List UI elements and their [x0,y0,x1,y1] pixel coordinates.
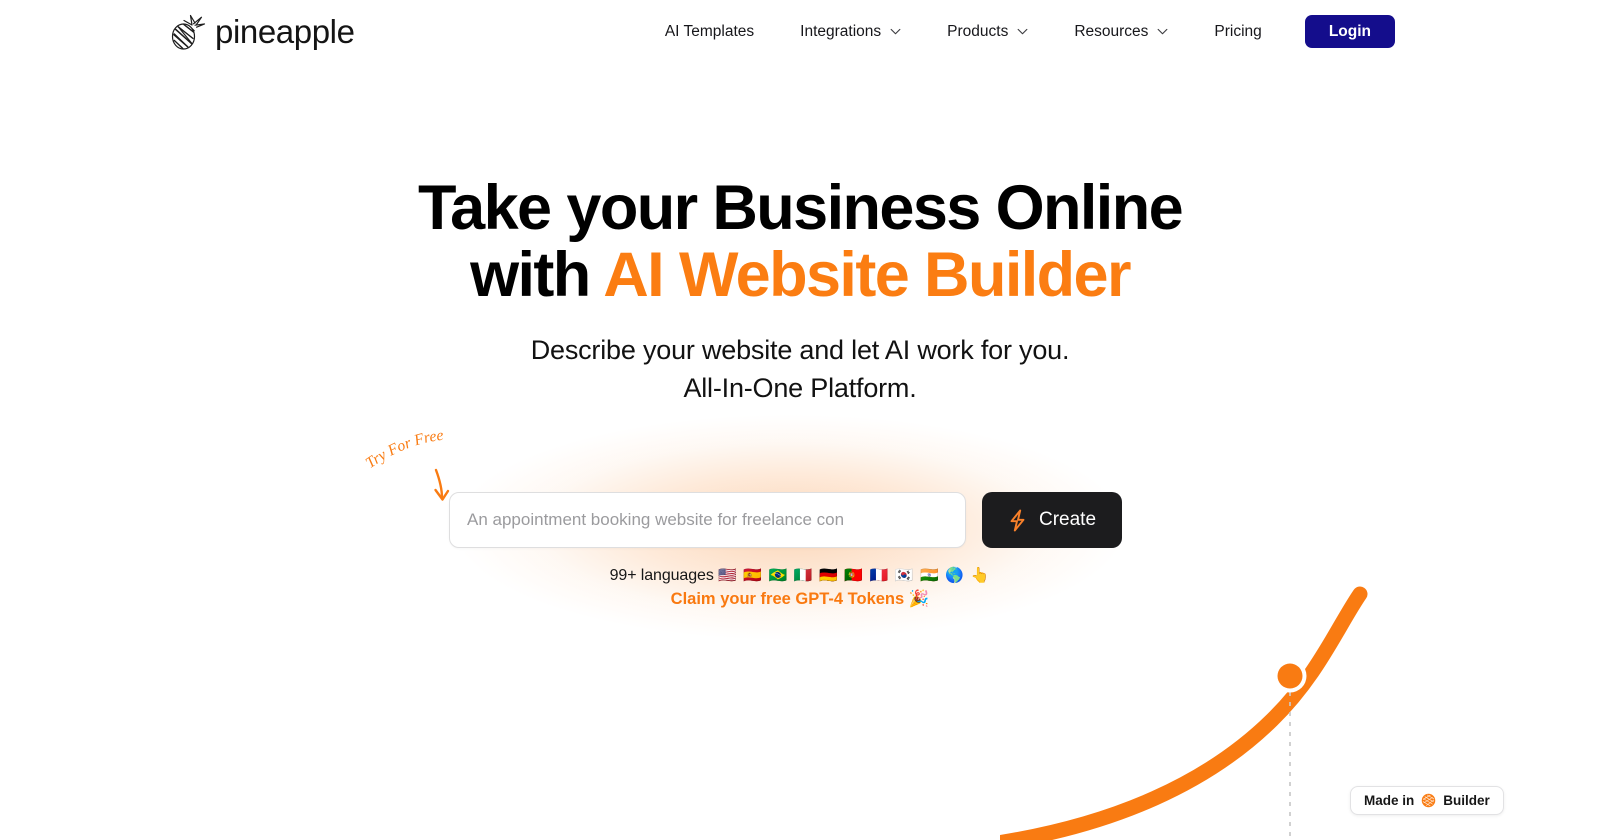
annotation-text: Try For Free [363,428,445,472]
svg-text:Try For Free: Try For Free [363,428,445,472]
languages-label: 99+ languages [609,567,719,584]
chevron-down-icon [1158,28,1168,35]
website-description-input[interactable] [449,492,966,548]
pineapple-badge-icon [1422,793,1436,808]
create-button-label: Create [1038,509,1097,530]
nav-label: Resources [1074,22,1149,40]
logo[interactable]: pineapple [168,9,355,53]
nav-label: AI Templates [664,22,755,40]
main-navigation: AI Templates Integrations Products Resou… [642,13,1395,50]
headline-accent: AI Website Builder [603,239,1131,310]
nav-item-pricing[interactable]: Pricing [1191,13,1284,50]
language-flags: 🇺🇸 🇪🇸 🇧🇷 🇮🇹 🇩🇪 🇵🇹 🇫🇷 🇰🇷 🇮🇳 🌎 👆 [718,567,991,584]
logo-text: pineapple [215,12,355,50]
growth-curve-line [1000,586,1368,840]
growth-curve-graphic [1000,586,1368,840]
hero-subtitle: Describe your website and let AI work fo… [0,331,1600,409]
curve-point-ring [1273,659,1307,693]
badge-suffix: Builder [1443,793,1490,808]
hero-section: Take your Business Online with AI Websit… [0,175,1600,408]
nav-item-ai-templates[interactable]: AI Templates [642,13,777,50]
badge-prefix: Made in [1364,793,1415,808]
pineapple-icon [171,14,206,50]
page-root: pineapple AI Templates Integrations Prod… [0,0,1600,840]
nav-label: Pricing [1214,22,1262,40]
headline-line-1: Take your Business Online [417,173,1184,243]
chevron-down-icon [1017,28,1028,35]
headline-line-2-prefix: with [470,239,604,310]
nav-item-integrations[interactable]: Integrations [777,13,924,50]
hero-search-row: Create [449,492,1122,548]
chevron-down-icon [890,28,901,35]
made-in-builder-badge[interactable]: Made in Builder [1350,786,1504,815]
nav-label: Integrations [800,22,882,40]
subtitle-line-1: Describe your website and let AI work fo… [530,334,1070,365]
nav-item-resources[interactable]: Resources [1051,13,1191,50]
nav-item-products[interactable]: Products [924,13,1051,50]
lightning-bolt-icon [1010,509,1025,531]
page-title: Take your Business Online with AI Websit… [0,175,1600,309]
curve-data-point [1277,663,1303,689]
login-button[interactable]: Login [1304,15,1395,48]
languages-row: 99+ languages 🇺🇸 🇪🇸 🇧🇷 🇮🇹 🇩🇪 🇵🇹 🇫🇷 🇰🇷 🇮🇳… [0,566,1600,585]
site-header: pineapple AI Templates Integrations Prod… [0,0,1600,62]
nav-label: Products [947,22,1009,40]
create-button[interactable]: Create [982,492,1122,548]
subtitle-line-2: All-In-One Platform. [683,373,917,404]
claim-tokens-link[interactable]: Claim your free GPT-4 Tokens 🎉 [0,590,1600,609]
